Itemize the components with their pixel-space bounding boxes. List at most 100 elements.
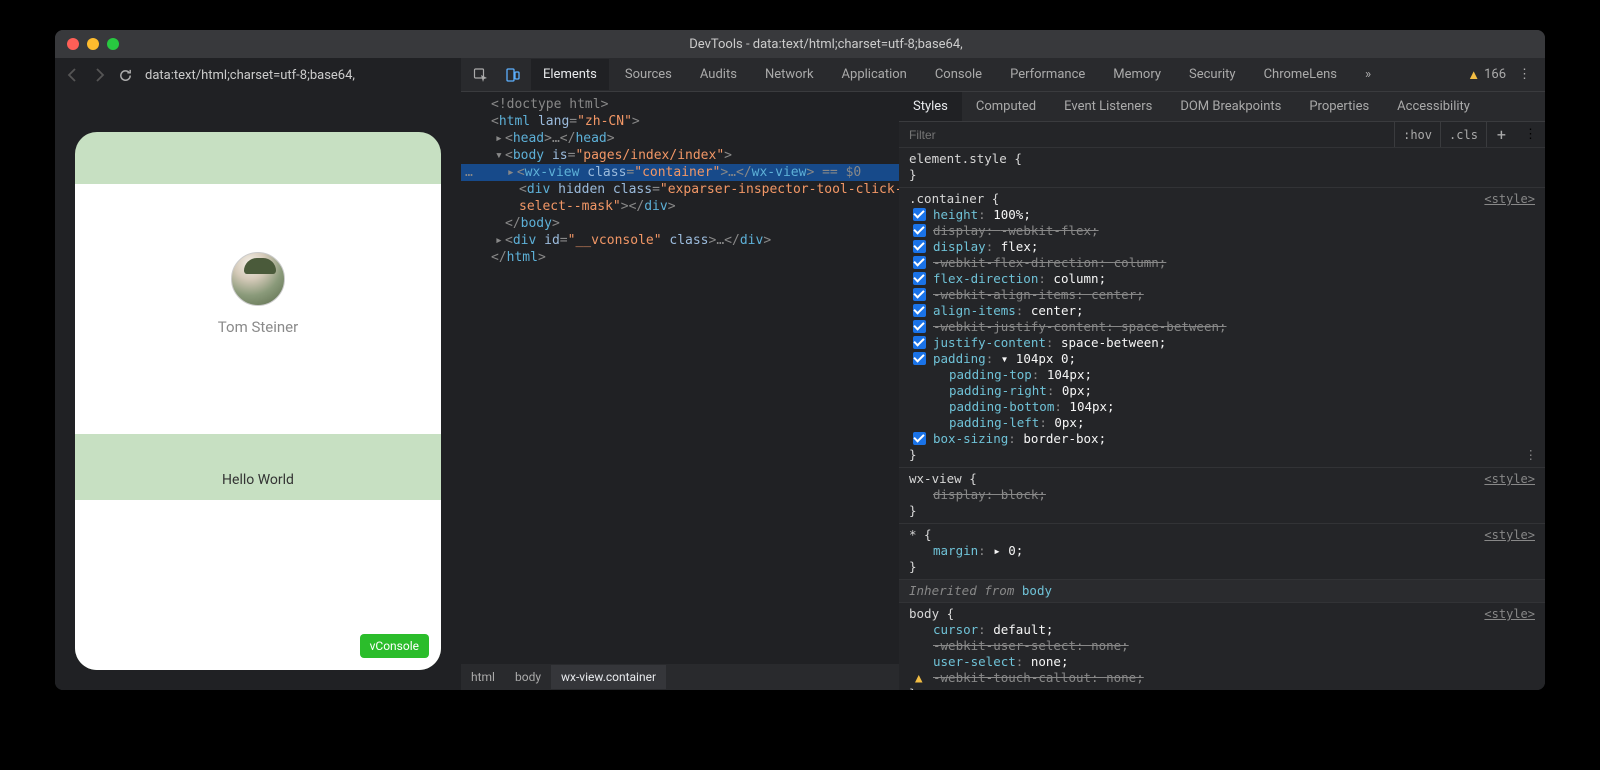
avatar (231, 252, 285, 306)
styles-body[interactable]: element.style {}<style>.container {heigh… (899, 148, 1545, 690)
prop-checkbox[interactable] (913, 432, 926, 445)
dom-line[interactable]: </body> (461, 215, 899, 232)
style-prop[interactable]: justify-content: space-between; (909, 335, 1535, 351)
style-prop[interactable]: cursor: default; (909, 622, 1535, 638)
reload-button[interactable] (115, 65, 135, 85)
dom-line[interactable]: select--mask"></div> (461, 198, 899, 215)
style-prop[interactable]: flex-direction: column; (909, 271, 1535, 287)
close-window-button[interactable] (67, 38, 79, 50)
rule-source[interactable]: <style> (1484, 527, 1535, 543)
tab-chromelens[interactable]: ChromeLens (1252, 59, 1349, 90)
cls-button[interactable]: .cls (1440, 122, 1486, 147)
style-prop[interactable]: ▲-webkit-touch-callout: none; (909, 670, 1535, 686)
prop-checkbox[interactable] (913, 272, 926, 285)
forward-button[interactable] (89, 65, 109, 85)
style-prop[interactable]: display: block; (909, 487, 1535, 503)
prop-checkbox[interactable] (913, 256, 926, 269)
style-prop[interactable]: align-items: center; (909, 303, 1535, 319)
dom-line[interactable]: ▸<div id="__vconsole" class>…</div> (461, 232, 899, 249)
style-prop[interactable]: margin: ▸ 0; (909, 543, 1535, 559)
prop-checkbox[interactable] (913, 224, 926, 237)
style-prop[interactable]: padding-left: 0px; (909, 415, 1535, 431)
style-tab-dom-breakpoints[interactable]: DOM Breakpoints (1166, 92, 1295, 121)
style-rule[interactable]: <style>.container {height: 100%;display:… (899, 188, 1545, 468)
dom-line[interactable]: <html lang="zh-CN"> (461, 113, 899, 130)
style-rule[interactable]: <style>* {margin: ▸ 0;} (899, 524, 1545, 580)
zoom-window-button[interactable] (107, 38, 119, 50)
style-prop[interactable]: -webkit-user-select: none; (909, 638, 1535, 654)
prop-checkbox[interactable] (913, 320, 926, 333)
prop-checkbox[interactable] (913, 208, 926, 221)
dom-line[interactable]: ▸<head>…</head> (461, 130, 899, 147)
minimize-window-button[interactable] (87, 38, 99, 50)
dom-line[interactable]: </html> (461, 249, 899, 266)
back-button[interactable] (63, 65, 83, 85)
style-prop[interactable]: display: -webkit-flex; (909, 223, 1535, 239)
style-prop[interactable]: padding-right: 0px; (909, 383, 1535, 399)
new-style-rule-button[interactable]: + (1486, 122, 1516, 147)
dom-line[interactable]: <!doctype html> (461, 96, 899, 113)
tab-security[interactable]: Security (1177, 59, 1248, 90)
inspect-element-button[interactable] (467, 61, 495, 89)
tab-application[interactable]: Application (830, 59, 919, 90)
tab-performance[interactable]: Performance (998, 59, 1097, 90)
warnings-badge[interactable]: ▲ 166 (1467, 67, 1506, 83)
style-prop[interactable]: -webkit-align-items: center; (909, 287, 1535, 303)
tab-network[interactable]: Network (753, 59, 826, 90)
customize-button[interactable]: ⋮ (1510, 67, 1539, 82)
tab-console[interactable]: Console (923, 59, 994, 90)
style-tab-styles[interactable]: Styles (899, 92, 962, 121)
dom-line[interactable]: <div hidden class="exparser-inspector-to… (461, 181, 899, 198)
preview-panel: data:text/html;charset=utf-8;base64, Tom… (55, 58, 461, 690)
vconsole-button[interactable]: vConsole (360, 634, 429, 658)
styles-more-button[interactable]: ⋮ (1516, 127, 1545, 142)
breadcrumb: htmlbodywx-view.container (461, 664, 899, 690)
prop-checkbox[interactable] (913, 352, 926, 365)
url-text: data:text/html;charset=utf-8;base64, (145, 68, 355, 83)
dom-line[interactable]: ▾<body is="pages/index/index"> (461, 147, 899, 164)
prop-checkbox[interactable] (913, 240, 926, 253)
rule-source[interactable]: <style> (1484, 606, 1535, 622)
style-prop[interactable]: -webkit-flex-direction: column; (909, 255, 1535, 271)
tab-elements[interactable]: Elements (531, 59, 609, 90)
style-prop[interactable]: user-select: none; (909, 654, 1535, 670)
hov-button[interactable]: :hov (1394, 122, 1440, 147)
style-prop[interactable]: box-sizing: border-box; (909, 431, 1535, 447)
tab-sources[interactable]: Sources (613, 59, 684, 90)
tab-audits[interactable]: Audits (688, 59, 749, 90)
device-preview: Tom Steiner Hello World wx-viewcontainer… (75, 132, 441, 670)
crumb-wx-view-container[interactable]: wx-view.container (551, 665, 666, 689)
device-toolbar-button[interactable] (499, 61, 527, 89)
style-tab-accessibility[interactable]: Accessibility (1383, 92, 1484, 121)
style-tab-event-listeners[interactable]: Event Listeners (1050, 92, 1166, 121)
rule-more-icon[interactable]: ⋮ (1525, 447, 1538, 463)
dom-line[interactable]: …▸<wx-view class="container">…</wx-view>… (461, 164, 899, 181)
inherited-link[interactable]: body (1022, 583, 1052, 598)
tab-memory[interactable]: Memory (1101, 59, 1173, 90)
style-prop[interactable]: height: 100%; (909, 207, 1535, 223)
prop-checkbox[interactable] (913, 304, 926, 317)
style-prop[interactable]: padding: ▾ 104px 0; (909, 351, 1535, 367)
element-style-rule[interactable]: element.style {} (899, 148, 1545, 188)
rule-source[interactable]: <style> (1484, 471, 1535, 487)
style-rule[interactable]: <style>body {cursor: default;-webkit-use… (899, 603, 1545, 690)
window-title: DevTools - data:text/html;charset=utf-8;… (119, 37, 1533, 52)
dom-tree[interactable]: <!doctype html><html lang="zh-CN">▸<head… (461, 92, 899, 664)
style-prop[interactable]: -webkit-justify-content: space-between; (909, 319, 1535, 335)
rule-source[interactable]: <style> (1484, 191, 1535, 207)
more-tabs-button[interactable]: » (1353, 59, 1383, 90)
style-tab-properties[interactable]: Properties (1295, 92, 1383, 121)
filter-input[interactable] (899, 128, 1394, 142)
prop-checkbox[interactable] (913, 288, 926, 301)
crumb-html[interactable]: html (461, 665, 505, 689)
style-rule[interactable]: <style>wx-view {display: block;} (899, 468, 1545, 524)
devtools-window: DevTools - data:text/html;charset=utf-8;… (55, 30, 1545, 690)
styles-panel: StylesComputedEvent ListenersDOM Breakpo… (899, 92, 1545, 690)
arrow-right-icon (91, 67, 107, 83)
prop-checkbox[interactable] (913, 336, 926, 349)
style-tab-computed[interactable]: Computed (962, 92, 1050, 121)
crumb-body[interactable]: body (505, 665, 551, 689)
style-prop[interactable]: display: flex; (909, 239, 1535, 255)
style-prop[interactable]: padding-bottom: 104px; (909, 399, 1535, 415)
style-prop[interactable]: padding-top: 104px; (909, 367, 1535, 383)
